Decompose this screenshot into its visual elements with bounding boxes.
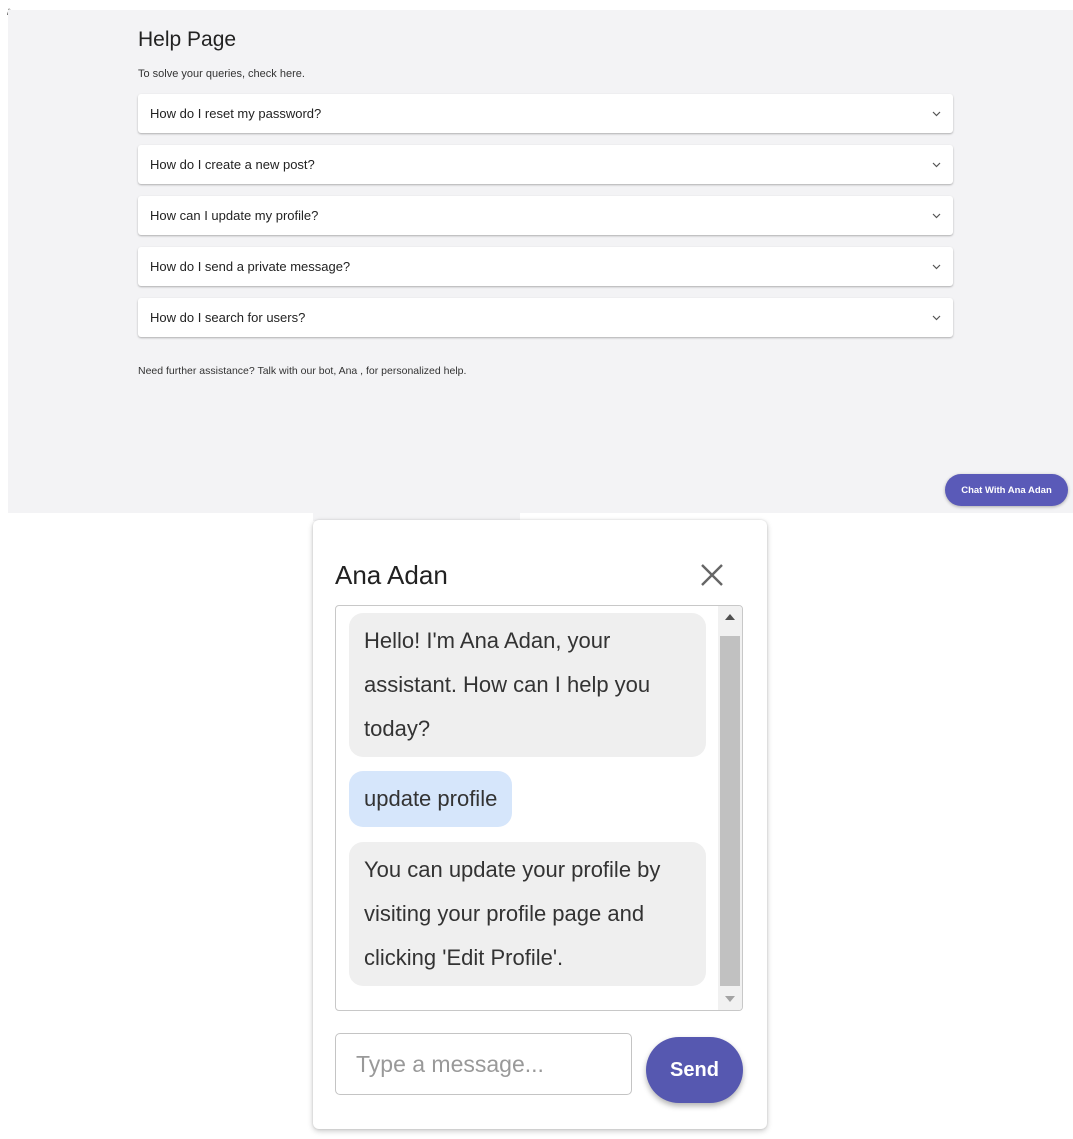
faq-question: How do I create a new post? bbox=[150, 157, 315, 172]
scrollbar-thumb[interactable] bbox=[720, 636, 740, 986]
bot-message: Hello! I'm Ana Adan, your assistant. How… bbox=[349, 613, 706, 757]
help-footer-text: Need further assistance? Talk with our b… bbox=[138, 365, 467, 377]
faq-item-update-profile[interactable]: How can I update my profile? bbox=[138, 196, 953, 235]
chevron-down-icon bbox=[931, 313, 941, 323]
send-button[interactable]: Send bbox=[646, 1037, 743, 1103]
chevron-down-icon bbox=[931, 109, 941, 119]
chevron-down-icon bbox=[931, 211, 941, 221]
user-message: update profile bbox=[349, 771, 513, 827]
page-subtitle: To solve your queries, check here. bbox=[138, 68, 305, 80]
close-icon[interactable] bbox=[700, 563, 724, 587]
faq-item-create-post[interactable]: How do I create a new post? bbox=[138, 145, 953, 184]
scroll-up-arrow-icon[interactable] bbox=[718, 606, 742, 628]
help-page: Help Page To solve your queries, check h… bbox=[8, 10, 1073, 513]
chat-window: Ana Adan Hello! I'm Ana Adan, your assis… bbox=[313, 520, 767, 1129]
faq-item-reset-password[interactable]: How do I reset my password? bbox=[138, 94, 953, 133]
chat-launcher-button[interactable]: Chat With Ana Adan bbox=[945, 474, 1068, 506]
chevron-down-icon bbox=[931, 160, 941, 170]
chat-scrollbar[interactable] bbox=[718, 606, 742, 1010]
page-title: Help Page bbox=[138, 28, 237, 51]
chat-title: Ana Adan bbox=[335, 560, 448, 590]
faq-question: How do I search for users? bbox=[150, 310, 306, 325]
scroll-down-arrow-icon[interactable] bbox=[718, 988, 742, 1010]
faq-question: How do I send a private message? bbox=[150, 259, 351, 274]
faq-question: How do I reset my password? bbox=[150, 106, 322, 121]
chevron-down-icon bbox=[931, 262, 941, 272]
chat-message-log[interactable]: Hello! I'm Ana Adan, your assistant. How… bbox=[335, 605, 743, 1011]
message-input[interactable] bbox=[335, 1033, 632, 1095]
bot-message: You can update your profile by visiting … bbox=[349, 842, 706, 986]
faq-list: How do I reset my password? How do I cre… bbox=[138, 94, 953, 349]
faq-item-search-users[interactable]: How do I search for users? bbox=[138, 298, 953, 337]
faq-item-private-message[interactable]: How do I send a private message? bbox=[138, 247, 953, 286]
faq-question: How can I update my profile? bbox=[150, 208, 319, 223]
